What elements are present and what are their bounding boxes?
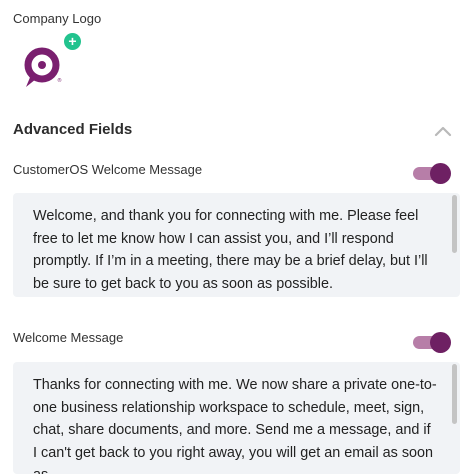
settings-panel: Company Logo ® + Advanced Fields Custome…	[0, 0, 468, 474]
add-logo-button[interactable]: +	[64, 33, 81, 50]
toggle-thumb	[430, 332, 451, 353]
customeros-welcome-text: Welcome, and thank you for connecting wi…	[33, 208, 428, 292]
customeros-welcome-label: CustomerOS Welcome Message	[13, 162, 203, 177]
welcome-message-text: Thanks for connecting with me. We now sh…	[33, 377, 437, 474]
svg-text:®: ®	[57, 77, 62, 84]
customeros-welcome-textarea[interactable]: Welcome, and thank you for connecting wi…	[13, 193, 460, 297]
company-logo-mark: ®	[24, 47, 62, 87]
company-logo-label: Company Logo	[13, 11, 102, 26]
customeros-welcome-toggle[interactable]	[413, 162, 451, 184]
company-logo[interactable]: ®	[22, 44, 74, 90]
welcome-message-toggle[interactable]	[413, 331, 451, 353]
toggle-thumb	[430, 163, 451, 184]
plus-icon: +	[68, 33, 77, 49]
chevron-up-icon[interactable]	[434, 124, 452, 137]
scrollbar[interactable]	[452, 195, 457, 253]
welcome-message-textarea[interactable]: Thanks for connecting with me. We now sh…	[13, 362, 460, 474]
welcome-message-label: Welcome Message	[13, 330, 124, 345]
advanced-fields-title: Advanced Fields	[13, 121, 133, 138]
scrollbar[interactable]	[452, 364, 457, 424]
